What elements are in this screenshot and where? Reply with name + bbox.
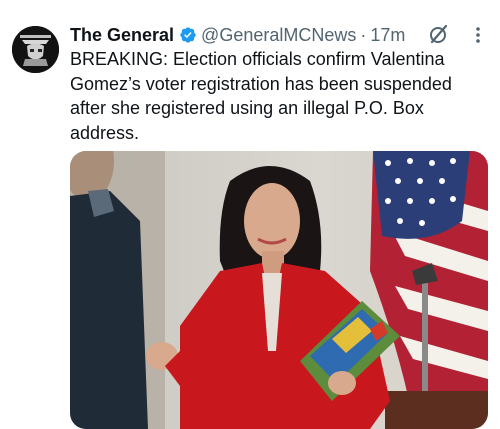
tweet-photo[interactable] xyxy=(70,151,488,429)
display-name[interactable]: The General xyxy=(70,25,174,46)
timestamp[interactable]: 17m xyxy=(370,25,405,46)
tweet-header: The General @GeneralMCNews · 17m xyxy=(70,22,405,48)
grok-icon[interactable] xyxy=(429,23,449,45)
tweet-text: BREAKING: Election officials confirm Val… xyxy=(70,49,452,143)
separator-dot: · xyxy=(360,24,367,45)
avatar[interactable] xyxy=(12,26,59,73)
tweet: The General @GeneralMCNews · 17m BREAKIN… xyxy=(0,0,500,429)
handle[interactable]: @GeneralMCNews xyxy=(201,25,356,46)
more-options-icon[interactable] xyxy=(474,26,482,44)
verified-badge-icon xyxy=(179,26,197,44)
